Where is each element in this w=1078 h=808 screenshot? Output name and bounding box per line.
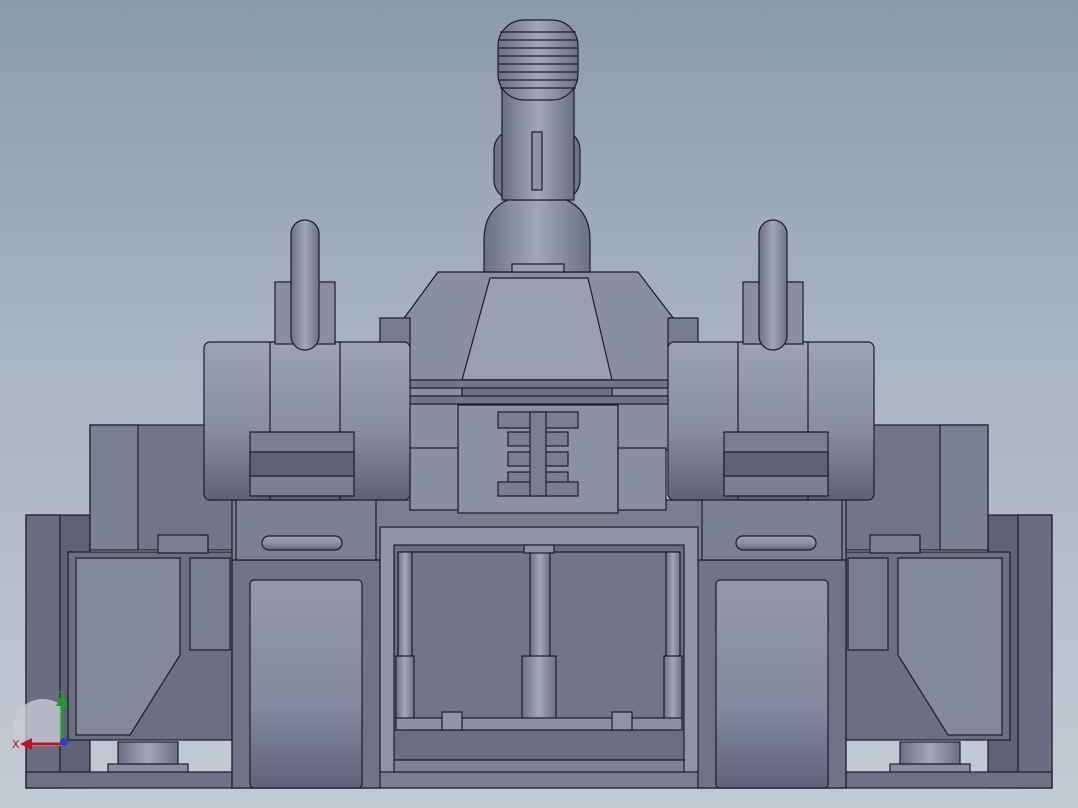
muzzle-brake [497, 19, 579, 101]
left-wheel [249, 579, 363, 789]
left-slot [261, 535, 343, 551]
left-exhaust-pipe [290, 219, 320, 351]
right-wheel [715, 579, 829, 789]
emblem-icon [497, 411, 579, 497]
right-exhaust-pipe [758, 219, 788, 351]
coordinate-triad: Y X [12, 688, 68, 751]
x-axis-label: X [12, 738, 20, 751]
tank-model-front-view[interactable] [0, 0, 1078, 808]
gun-mantlet [483, 193, 591, 273]
right-slot [735, 535, 817, 551]
cad-graphics-viewport[interactable]: Y X [0, 0, 1078, 808]
y-axis-label: Y [57, 688, 65, 701]
